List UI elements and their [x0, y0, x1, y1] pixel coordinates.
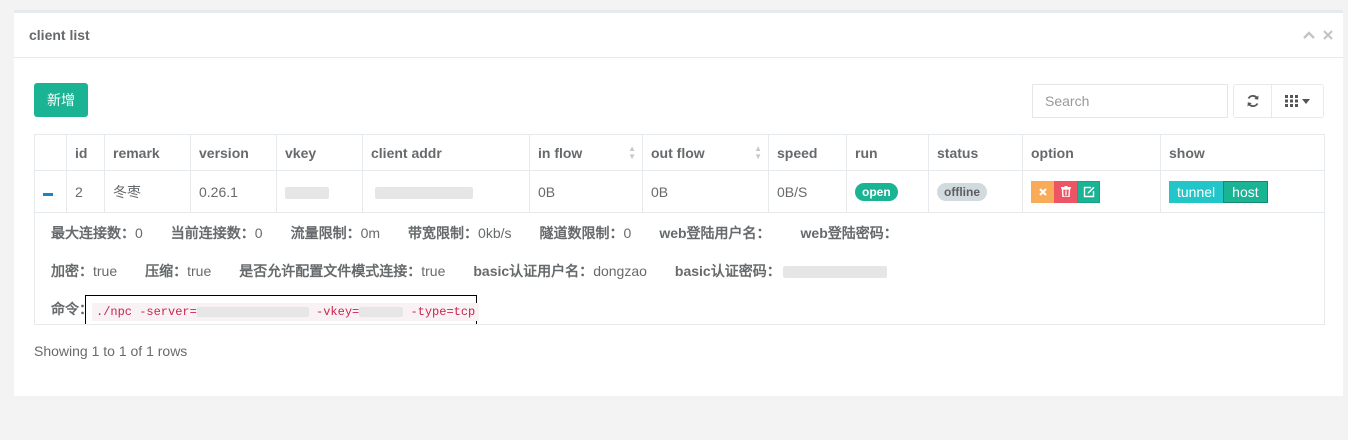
- table-header-row: id remark version vkey client addr in fl…: [34, 134, 1325, 171]
- panel-header: client list: [14, 13, 1343, 58]
- grid-icon: [1285, 95, 1298, 107]
- redacted-vkey-cmd: [359, 306, 404, 317]
- detail-max-conn: 最大连接数：0: [51, 225, 143, 241]
- delete-button[interactable]: [1054, 180, 1077, 203]
- command-box: ./npc -server= -vkey= -type=tcp: [85, 295, 480, 324]
- status-badge: offline: [937, 182, 987, 201]
- col-header-status[interactable]: status: [928, 134, 1023, 171]
- detail-toggle-header: [34, 134, 67, 171]
- cell-version: 0.26.1: [190, 170, 277, 213]
- col-header-in-flow[interactable]: in flow ▲ ▼: [529, 134, 643, 171]
- sort-icon: ▲ ▼: [754, 144, 762, 161]
- col-header-out-flow[interactable]: out flow ▲ ▼: [642, 134, 769, 171]
- cell-run: open: [846, 170, 929, 213]
- detail-toggle-cell[interactable]: [34, 170, 67, 213]
- run-badge: open: [855, 182, 898, 201]
- edit-icon: [1083, 186, 1094, 197]
- col-header-version[interactable]: version: [190, 134, 277, 171]
- host-button[interactable]: host: [1223, 180, 1268, 203]
- panel-title: client list: [29, 27, 90, 43]
- close-icon: [1038, 187, 1047, 196]
- col-header-id[interactable]: id: [66, 134, 105, 171]
- col-header-option[interactable]: option: [1022, 134, 1161, 171]
- cell-in-flow: 0B: [529, 170, 643, 213]
- detail-line-limits: 最大连接数：0 当前连接数：0 流量限制：0m 带宽限制：0kb/s 隧道数限制…: [51, 223, 926, 243]
- add-button[interactable]: 新增: [34, 83, 88, 117]
- redacted-vkey: [285, 186, 329, 199]
- detail-basic-password: basic认证密码：: [675, 261, 887, 281]
- minus-icon[interactable]: [43, 192, 53, 197]
- col-header-run[interactable]: run: [846, 134, 929, 171]
- pagination-info: Showing 1 to 1 of 1 rows: [34, 343, 188, 359]
- caret-down-icon: [1302, 98, 1310, 104]
- refresh-icon: [1247, 95, 1258, 107]
- cell-option: [1022, 170, 1161, 213]
- redacted-server: [196, 306, 309, 317]
- detail-web-password: web登陆密码：: [800, 225, 898, 241]
- panel-tools: [1303, 27, 1333, 43]
- cell-out-flow: 0B: [642, 170, 769, 213]
- col-header-client-addr[interactable]: client addr: [362, 134, 530, 171]
- col-header-in-flow-label: in flow: [538, 144, 583, 161]
- refresh-button[interactable]: [1233, 84, 1272, 118]
- redacted-client-addr: [375, 186, 473, 199]
- cell-id: 2: [66, 170, 105, 213]
- detail-web-username: web登陆用户名：: [659, 225, 771, 241]
- detail-cell: 最大连接数：0 当前连接数：0 流量限制：0m 带宽限制：0kb/s 隧道数限制…: [34, 212, 1325, 325]
- col-header-speed[interactable]: speed: [768, 134, 847, 171]
- client-list-panel: client list 新增 Search id remark version …: [14, 10, 1343, 396]
- close-icon[interactable]: [1323, 27, 1333, 43]
- redacted-password: [782, 266, 887, 279]
- col-header-out-flow-label: out flow: [651, 144, 705, 161]
- chevron-up-icon[interactable]: [1303, 27, 1315, 43]
- command-code[interactable]: ./npc -server= -vkey= -type=tcp: [92, 303, 480, 321]
- tunnel-button[interactable]: tunnel: [1169, 180, 1224, 203]
- search-input[interactable]: [1032, 84, 1228, 118]
- sort-icon: ▲ ▼: [628, 144, 636, 161]
- trash-icon: [1060, 186, 1071, 197]
- detail-current-conn: 当前连接数：0: [170, 225, 263, 241]
- client-table: id remark version vkey client addr in fl…: [34, 134, 1325, 325]
- cell-show: tunnel host: [1160, 170, 1325, 213]
- cell-status: offline: [928, 170, 1023, 213]
- detail-basic-username: basic认证用户名：dongzao: [473, 263, 647, 279]
- cell-client-addr: [362, 170, 530, 213]
- detail-compress: 压缩：true: [145, 263, 212, 279]
- table-row: 2 冬枣 0.26.1 0B 0B 0B/S open offline tunn…: [34, 170, 1325, 213]
- cell-vkey: [276, 170, 363, 213]
- cell-remark: 冬枣: [104, 170, 191, 213]
- detail-bandwidth-limit: 带宽限制：0kb/s: [408, 225, 512, 241]
- detail-row: 最大连接数：0 当前连接数：0 流量限制：0m 带宽限制：0kb/s 隧道数限制…: [34, 212, 1325, 325]
- col-header-vkey[interactable]: vkey: [276, 134, 363, 171]
- detail-config-conn: 是否允许配置文件模式连接：true: [239, 263, 446, 279]
- detail-flow-limit: 流量限制：0m: [290, 225, 381, 241]
- detail-line-auth: 加密：true 压缩：true 是否允许配置文件模式连接：true basic认…: [51, 261, 915, 281]
- col-header-remark[interactable]: remark: [104, 134, 191, 171]
- stop-button[interactable]: [1031, 180, 1054, 203]
- cell-speed: 0B/S: [768, 170, 847, 213]
- columns-toggle-button[interactable]: [1272, 84, 1324, 118]
- table-toolbar: [1233, 84, 1324, 118]
- col-header-show[interactable]: show: [1160, 134, 1325, 171]
- detail-crypt: 加密：true: [51, 263, 118, 279]
- client-detail: 最大连接数：0 当前连接数：0 流量限制：0m 带宽限制：0kb/s 隧道数限制…: [43, 214, 1316, 324]
- detail-tunnel-limit: 隧道数限制：0: [539, 225, 632, 241]
- edit-button[interactable]: [1077, 180, 1100, 203]
